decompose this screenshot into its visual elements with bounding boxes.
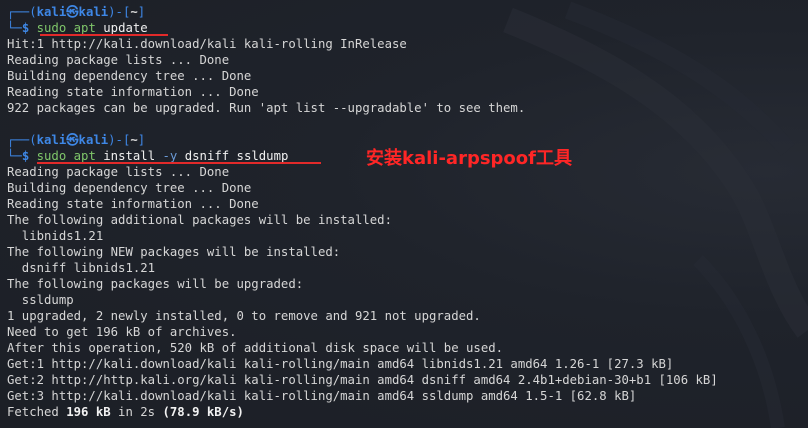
output-line: Hit:1 http://kali.download/kali kali-rol… [7, 37, 407, 51]
output-line: Get:3 http://kali.download/kali kali-rol… [7, 389, 637, 403]
output-line: Get:1 http://kali.download/kali kali-rol… [7, 357, 674, 371]
command-flag: -y [162, 149, 178, 163]
command-args: update [103, 21, 148, 35]
command-args: install [103, 149, 156, 163]
prompt-line-top: ┌──(kali㉿kali)-[~] [7, 133, 146, 147]
output-line: The following additional packages will b… [7, 213, 392, 227]
output-line: libnids1.21 [7, 229, 104, 243]
output-line: The following NEW packages will be insta… [7, 245, 341, 259]
output-line: Need to get 196 kB of archives. [7, 325, 237, 339]
output-line: ssldump [7, 293, 74, 307]
command-apt: apt [73, 21, 96, 35]
output-line: Building dependency tree ... Done [7, 181, 252, 195]
command-apt: apt [73, 149, 96, 163]
output-line: Reading state information ... Done [7, 85, 259, 99]
prompt-user-host: kali㉿kali [36, 5, 109, 19]
terminal-window[interactable]: ┌──(kali㉿kali)-[~] └─$ sudo apt update H… [0, 0, 808, 428]
output-line: After this operation, 520 kB of addition… [7, 341, 504, 355]
output-line: dsniff libnids1.21 [7, 261, 156, 275]
command-sudo: sudo [36, 149, 67, 163]
output-line: The following packages will be upgraded: [7, 277, 304, 291]
prompt-user-host: kali㉿kali [36, 133, 109, 147]
output-line: Get:2 http://http.kali.org/kali kali-rol… [7, 373, 718, 387]
prompt-directory: ~ [130, 5, 138, 19]
output-line: Reading state information ... Done [7, 197, 259, 211]
prompt-directory: ~ [130, 133, 138, 147]
command-args: dsniff ssldump [184, 149, 289, 163]
output-line: 1 upgraded, 2 newly installed, 0 to remo… [7, 309, 481, 323]
output-line: Building dependency tree ... Done [7, 69, 252, 83]
command-line-1[interactable]: └─$ sudo apt update [7, 20, 808, 36]
output-line: Reading package lists ... Done [7, 53, 230, 67]
output-line: 922 packages can be upgraded. Run 'apt l… [7, 101, 526, 115]
output-line-fetched: Fetched 196 kB in 2s (78.9 kB/s) [7, 405, 244, 419]
command-sudo: sudo [36, 21, 67, 35]
prompt-line-top: ┌──(kali㉿kali)-[~] [7, 5, 146, 19]
annotation-label: 安装kali-arpspoof工具 [366, 148, 572, 169]
